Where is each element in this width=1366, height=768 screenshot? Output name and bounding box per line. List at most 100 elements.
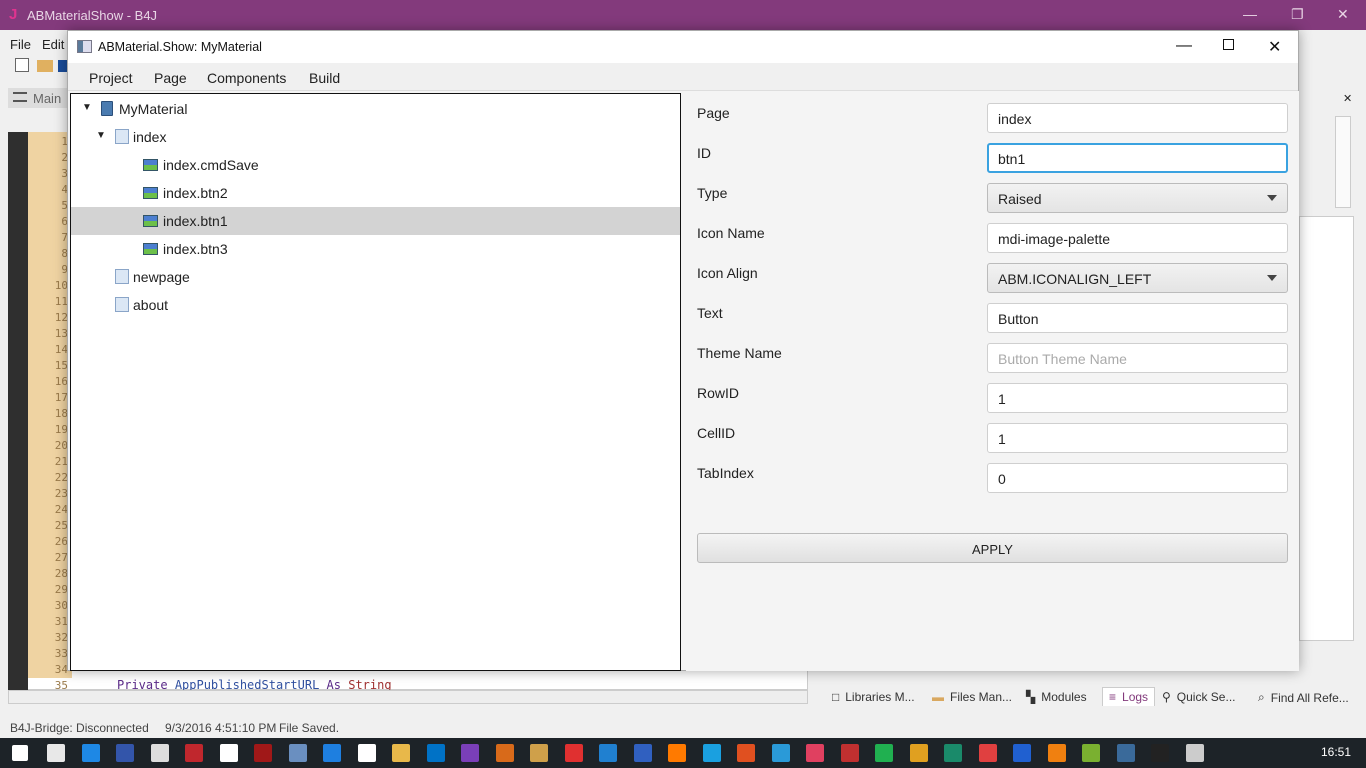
icon-align-select[interactable]: ABM.ICONALIGN_LEFT (987, 263, 1288, 293)
tab-book[interactable]: □ Libraries M... (832, 690, 915, 704)
project-tree[interactable]: ▼ MyMaterial ▼ index index.cmdSave index.btn2… (70, 93, 681, 671)
tab-search[interactable]: ⚲ Quick Se... (1162, 690, 1235, 704)
taskbar-app-icon[interactable] (875, 744, 893, 762)
taskbar-app-icon[interactable] (530, 744, 548, 762)
editor-horizontal-scrollbar[interactable] (8, 690, 808, 704)
taskbar-app-icon[interactable] (323, 744, 341, 762)
taskbar-app-icon[interactable] (288, 744, 307, 762)
menu-edit[interactable]: Edit (42, 37, 64, 52)
taskbar-app-icon[interactable] (633, 744, 652, 762)
taskbar-app-icon[interactable] (392, 744, 410, 762)
status-bar: B4J-Bridge: Disconnected 9/3/2016 4:51:1… (0, 715, 1366, 739)
taskbar-app-icon[interactable] (150, 744, 169, 762)
page-input[interactable]: index (987, 103, 1288, 133)
tab-label: Modules (1041, 690, 1087, 704)
page-icon (115, 129, 129, 144)
taskbar-app-icon[interactable] (737, 744, 755, 762)
tree-node[interactable]: ▼ MyMaterial (71, 95, 680, 123)
taskbar-app-icon[interactable] (1013, 744, 1031, 762)
taskbar-app-icon[interactable] (702, 744, 721, 762)
tree-node[interactable]: index.btn1 (71, 207, 680, 235)
menu-page[interactable]: Page (154, 70, 187, 86)
id-input[interactable]: btn1 (987, 143, 1288, 173)
restore-icon[interactable]: ❐ (1291, 6, 1304, 23)
taskbar-app-icon[interactable] (1082, 744, 1100, 762)
icon-name-label: Icon Name (697, 225, 765, 241)
expand-arrow-icon[interactable]: ▼ (82, 102, 92, 113)
cellid-input[interactable]: 1 (987, 423, 1288, 453)
side-scrollbar[interactable] (1335, 116, 1351, 208)
dialog-minimize-icon[interactable]: — (1176, 37, 1192, 55)
taskbar-app-icon[interactable] (495, 744, 514, 762)
icon-name-value: mdi-image-palette (998, 231, 1111, 247)
icon-name-input[interactable]: mdi-image-palette (987, 223, 1288, 253)
line-number: 26 (54, 535, 68, 548)
expand-arrow-icon[interactable]: ▼ (96, 130, 106, 141)
taskbar-app-icon[interactable] (840, 744, 859, 762)
tree-node[interactable]: about (71, 291, 680, 319)
taskbar-app-icon[interactable] (668, 744, 686, 762)
new-file-icon[interactable] (15, 58, 29, 72)
tab-main[interactable]: Main (8, 88, 68, 108)
tree-node-label: index.cmdSave (163, 157, 259, 173)
taskbar-app-icon[interactable] (1185, 744, 1204, 762)
tree-node[interactable]: newpage (71, 263, 680, 291)
theme-name-input[interactable]: Button Theme Name (987, 343, 1288, 373)
type-select[interactable]: Raised (987, 183, 1288, 213)
taskbar-app-icon[interactable] (1151, 744, 1169, 762)
panel-close-icon[interactable]: ✕ (1343, 92, 1352, 105)
line-number: 13 (54, 327, 68, 340)
tree-node[interactable]: ▼ index (71, 123, 680, 151)
tab-find-references[interactable]: ⌕ Find All Refe... (1258, 690, 1349, 705)
dialog-close-icon[interactable]: ✕ (1268, 37, 1281, 57)
text-input[interactable]: Button (987, 303, 1288, 333)
taskbar-app-icon[interactable] (944, 744, 962, 762)
dropdown-arrow-icon (1267, 275, 1277, 281)
tree-node[interactable]: index.btn3 (71, 235, 680, 263)
taskbar-app-icon[interactable] (771, 744, 790, 762)
taskbar-app-icon[interactable] (116, 744, 134, 762)
taskbar-app-icon[interactable] (47, 744, 65, 762)
minimize-icon[interactable]: — (1243, 6, 1257, 22)
taskbar-app-icon[interactable] (81, 744, 100, 762)
taskbar-app-icon[interactable] (564, 744, 583, 762)
start-icon[interactable] (12, 745, 28, 761)
menu-components[interactable]: Components (207, 70, 286, 86)
menu-project[interactable]: Project (89, 70, 133, 86)
taskbar-app-icon[interactable] (461, 744, 479, 762)
tab-label: Find All Refe... (1270, 690, 1349, 705)
search-icon: ⚲ (1162, 690, 1171, 704)
line-number: 15 (54, 359, 68, 372)
tree-node[interactable]: index.cmdSave (71, 151, 680, 179)
taskbar-app-icon[interactable] (806, 744, 824, 762)
taskbar-app-icon[interactable] (978, 744, 997, 762)
taskbar: 16:51 (0, 738, 1366, 768)
tab-logs[interactable]: ≡ Logs (1102, 687, 1156, 706)
taskbar-app-icon[interactable] (1047, 744, 1066, 762)
taskbar-app-icon[interactable] (357, 744, 376, 762)
menu-file[interactable]: File (10, 37, 31, 52)
taskbar-app-icon[interactable] (254, 744, 272, 762)
cellid-value: 1 (998, 431, 1006, 447)
clock[interactable]: 16:51 (1321, 745, 1351, 759)
taskbar-app-icon[interactable] (1116, 744, 1135, 762)
open-icon[interactable] (37, 60, 53, 72)
apply-button[interactable]: APPLY (697, 533, 1288, 563)
menu-build[interactable]: Build (309, 70, 340, 86)
taskbar-app-icon[interactable] (909, 744, 928, 762)
tabindex-input[interactable]: 0 (987, 463, 1288, 493)
taskbar-app-icon[interactable] (599, 744, 617, 762)
tab-folder[interactable]: ▬ Files Man... (932, 690, 1012, 704)
taskbar-app-icon[interactable] (219, 744, 238, 762)
tree-node[interactable]: index.btn2 (71, 179, 680, 207)
status-time: 9/3/2016 4:51:10 PM (165, 721, 277, 735)
taskbar-app-icon[interactable] (426, 744, 445, 762)
rowid-input[interactable]: 1 (987, 383, 1288, 413)
dialog-maximize-icon[interactable] (1223, 39, 1234, 50)
tab-modules[interactable]: ▚ Modules (1026, 690, 1087, 704)
close-icon[interactable]: ✕ (1337, 6, 1349, 23)
taskbar-app-icon[interactable] (185, 744, 203, 762)
side-content (1299, 216, 1354, 641)
breakpoint-gutter[interactable] (8, 132, 28, 690)
icon-align-label: Icon Align (697, 265, 758, 281)
